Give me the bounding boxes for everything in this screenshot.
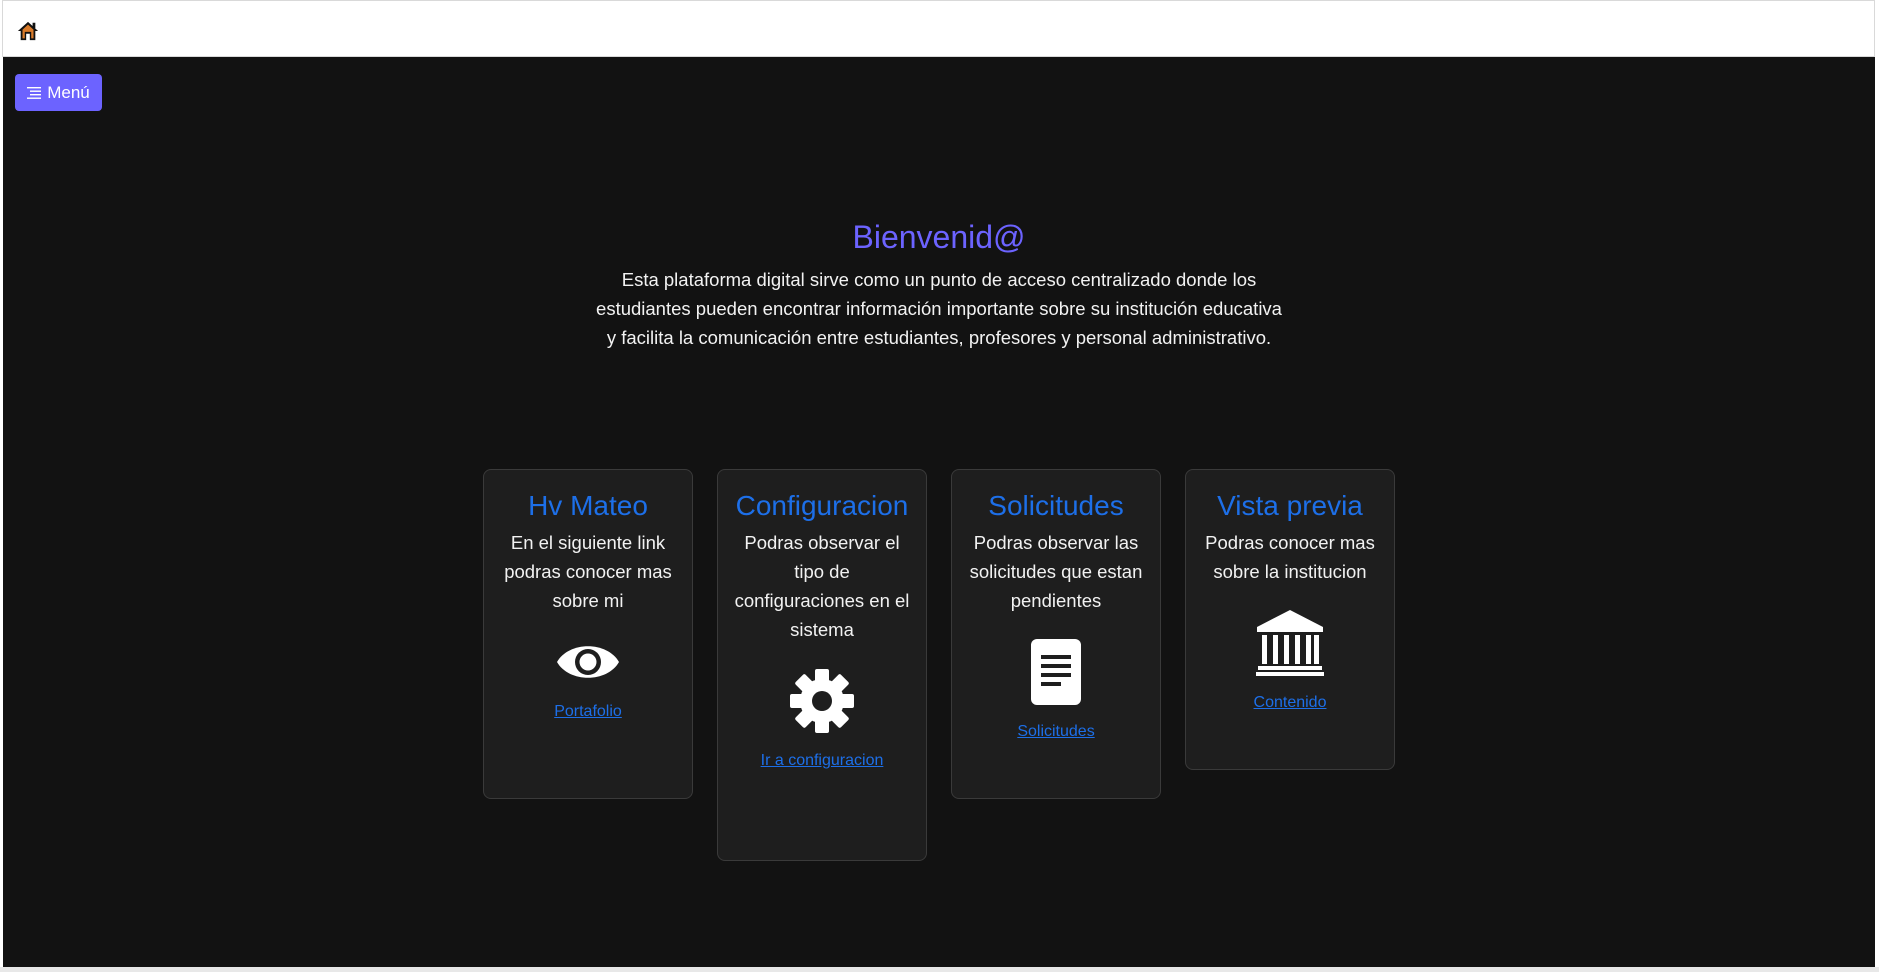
card-solicitudes: Solicitudes Podras observar las solicitu… — [951, 469, 1161, 799]
card-title: Solicitudes — [988, 490, 1124, 521]
card-description: Podras conocer mas sobre la institucion — [1205, 532, 1375, 582]
card-description: Podras observar las solicitudes que esta… — [969, 532, 1143, 611]
configuration-link[interactable]: Ir a configuracion — [761, 752, 884, 770]
welcome-text: Esta plataforma digital sirve como un pu… — [596, 269, 1282, 348]
bottom-edge — [0, 967, 1879, 972]
card-description: Podras observar el tipo de configuracion… — [734, 532, 910, 640]
requests-link[interactable]: Solicitudes — [1017, 723, 1094, 741]
card-vista-previa: Vista previa Podras conocer mas sobre la… — [1185, 469, 1395, 770]
card-grid: Hv Mateo En el siguiente link podras con… — [483, 469, 1395, 861]
list-icon — [27, 86, 42, 99]
portfolio-link[interactable]: Portafolio — [554, 703, 622, 721]
card-hv-mateo: Hv Mateo En el siguiente link podras con… — [483, 469, 693, 799]
gear-icon — [790, 669, 854, 733]
card-title: Configuracion — [735, 490, 909, 521]
card-configuracion: Configuracion Podras observar el tipo de… — [717, 469, 927, 861]
top-navbar — [2, 0, 1875, 57]
card-title: Vista previa — [1217, 490, 1363, 521]
main-content: Menú Bienvenid@ Esta plataforma digital … — [3, 57, 1875, 967]
menu-button-label: Menú — [47, 82, 90, 102]
welcome-section: Bienvenid@ Esta plataforma digital sirve… — [3, 217, 1875, 352]
page-title: Bienvenid@ — [852, 219, 1026, 255]
content-link[interactable]: Contenido — [1254, 694, 1327, 712]
menu-button[interactable]: Menú — [15, 74, 102, 111]
card-title: Hv Mateo — [528, 490, 648, 521]
institution-icon — [1256, 610, 1324, 676]
card-description: En el siguiente link podras conocer mas … — [504, 532, 672, 611]
eye-icon — [557, 646, 619, 678]
home-icon[interactable] — [17, 20, 39, 42]
document-icon — [1031, 639, 1081, 705]
